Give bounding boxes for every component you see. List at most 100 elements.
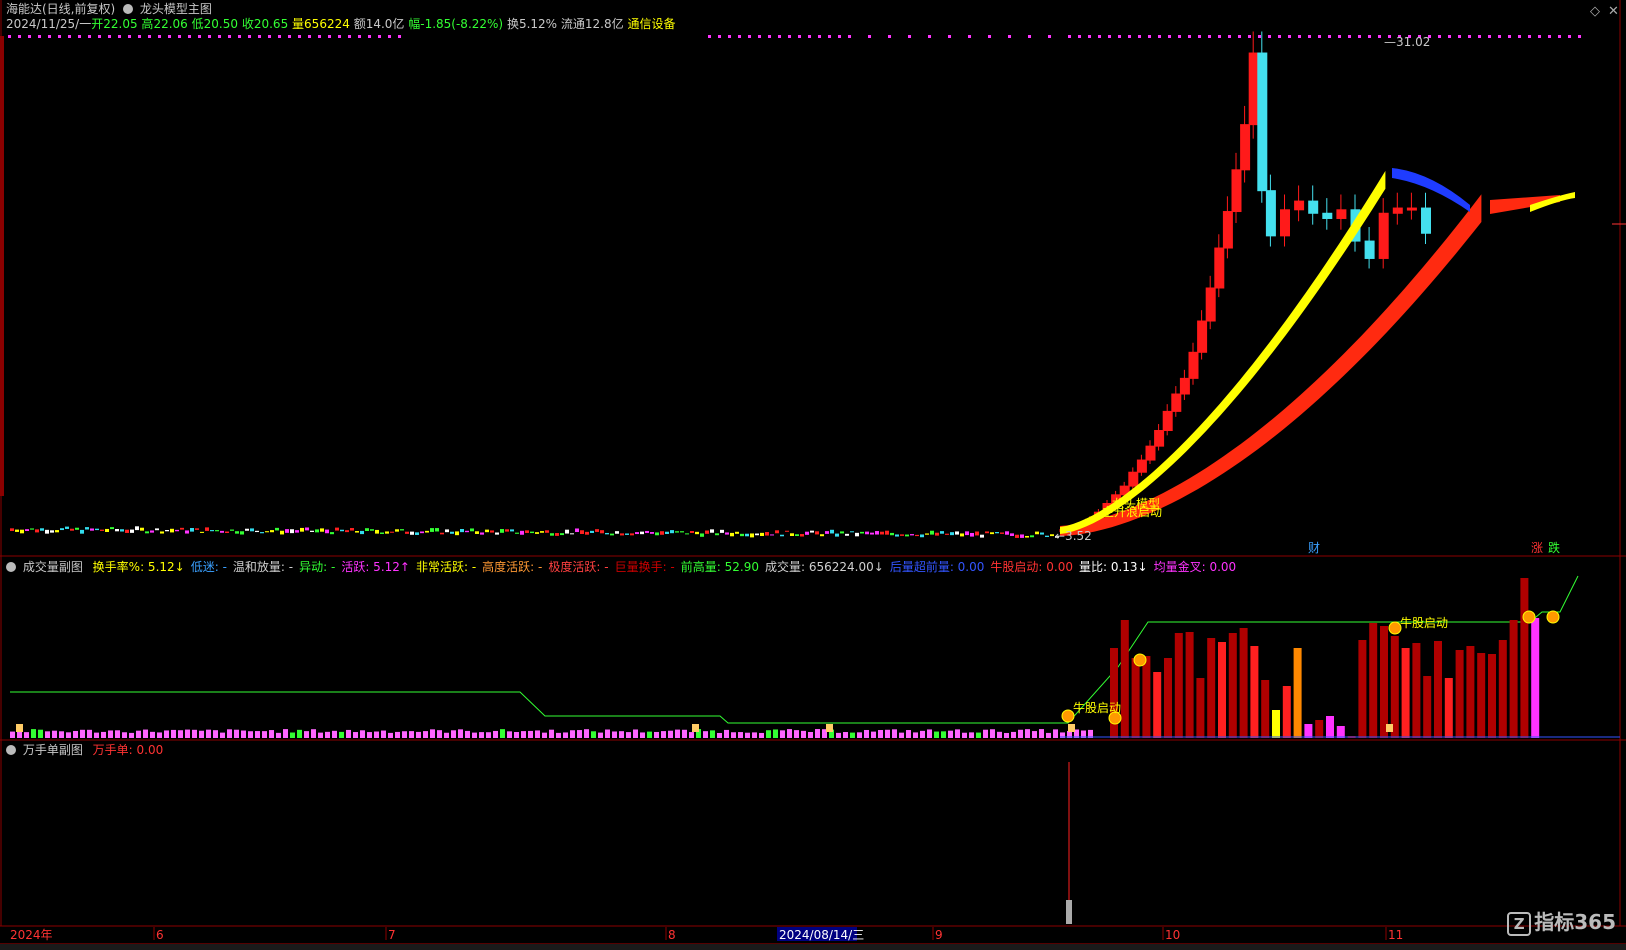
volume-bar-big — [1142, 656, 1151, 738]
flat-candle — [750, 533, 754, 538]
signal-dot — [1278, 35, 1281, 38]
flat-candle — [300, 527, 304, 532]
volume-bar — [122, 732, 127, 738]
volume-bar — [563, 732, 568, 738]
signal-dot — [1108, 35, 1111, 38]
volume-bar — [52, 730, 57, 738]
volume-bar — [752, 732, 757, 738]
signal-dot — [38, 35, 41, 38]
volume-bar — [815, 729, 820, 738]
indicator-name[interactable]: 龙头模型主图 — [140, 2, 212, 16]
flat-candle — [435, 528, 439, 532]
volume-bar-big — [1444, 678, 1453, 738]
wanshou-panel-header: 万手单副图 万手单: 0.00 — [6, 743, 163, 757]
volume-panel-items: 换手率%: 5.12↓ 低迷: - 温和放量: - 异动: - 活跃: 5.12↑ 非常活… — [93, 560, 1243, 574]
flat-candle — [630, 533, 634, 536]
flat-candle — [870, 532, 874, 535]
flat-candle — [710, 529, 714, 533]
flat-candle — [55, 530, 59, 533]
flat-candle — [340, 529, 344, 532]
date-label-m10: 10 — [1165, 928, 1180, 942]
signal-dot — [1478, 35, 1481, 38]
flat-candle — [920, 534, 924, 538]
flat-candle — [180, 527, 184, 530]
flat-candle — [970, 532, 974, 537]
signal-dot — [1028, 35, 1031, 38]
flat-candle — [685, 533, 689, 535]
flat-candle — [840, 531, 844, 534]
candle-body — [1171, 393, 1182, 412]
background — [0, 0, 1626, 949]
volume-bar — [850, 732, 855, 738]
flat-candle — [590, 530, 594, 533]
volume-bar — [857, 732, 862, 738]
volume-bar — [773, 729, 778, 738]
flat-candle — [485, 529, 489, 533]
flat-candle — [415, 532, 419, 535]
volume-indicator-10: 成交量: 656224.00↓ — [765, 560, 884, 574]
flat-candle — [175, 529, 179, 532]
volume-panel-toggle-icon[interactable] — [6, 562, 16, 572]
signal-dot — [828, 35, 831, 38]
flat-candle — [95, 528, 99, 531]
volume-bar-big — [1520, 578, 1529, 738]
flat-candle — [100, 529, 104, 531]
candle-body — [1222, 211, 1233, 249]
maximize-icon[interactable]: ◇ — [1590, 4, 1600, 19]
flat-candle — [700, 533, 704, 537]
signal-dot — [838, 35, 841, 38]
flat-candle — [305, 527, 309, 531]
candle-body — [1240, 124, 1251, 171]
candle-body — [1265, 190, 1276, 237]
flat-candle — [540, 531, 544, 533]
indicator-toggle-icon[interactable] — [123, 4, 134, 14]
volume-bar-big — [1110, 648, 1118, 738]
signal-dot — [1198, 35, 1201, 38]
volume-bar — [451, 730, 456, 738]
candle-body — [1197, 320, 1208, 353]
volume-bar — [703, 731, 708, 738]
volume-bar-big — [1423, 676, 1432, 738]
flat-candle — [960, 533, 964, 537]
candle-body — [1392, 207, 1403, 214]
flat-candle — [935, 532, 939, 536]
close-icon[interactable]: ✕ — [1608, 4, 1619, 19]
signal-dot — [128, 35, 131, 38]
volume-bar — [745, 732, 750, 738]
low-value: 20.50 — [203, 17, 238, 31]
signal-dot — [1248, 35, 1251, 38]
date-label-m9: 9 — [935, 928, 943, 942]
signal-dot — [398, 35, 401, 38]
signal-dot — [298, 35, 301, 38]
flat-candle — [505, 529, 509, 532]
wanshou-panel-toggle-icon[interactable] — [6, 745, 16, 755]
flat-candle — [670, 530, 674, 534]
signal-dot — [238, 35, 241, 38]
volume-bar — [381, 730, 386, 738]
quote-line: 2024/11/25/一开22.05 高22.06 低20.50 收20.65 … — [6, 17, 675, 31]
flat-candle — [350, 528, 354, 531]
signal-dot — [1168, 35, 1171, 38]
flat-candle — [160, 531, 164, 534]
signal-dot — [188, 35, 191, 38]
volume-bar — [528, 730, 533, 738]
volume-bar — [934, 731, 939, 738]
candle-body — [1162, 410, 1173, 432]
signal-dot — [788, 35, 791, 38]
flat-candle — [115, 528, 119, 532]
volume-panel-title[interactable]: 成交量副图 — [23, 560, 83, 574]
volume-bar — [717, 732, 722, 738]
flat-candle — [520, 530, 524, 535]
candle-body — [1145, 445, 1156, 461]
bull-start-marker — [1546, 610, 1560, 624]
sector-value[interactable]: 通信设备 — [627, 17, 675, 31]
flat-candle — [955, 531, 959, 535]
flat-candle — [235, 531, 239, 534]
wanshou-panel-title[interactable]: 万手单副图 — [23, 743, 83, 757]
signal-dot — [1448, 35, 1451, 38]
tag-zhang: 涨 — [1531, 540, 1543, 555]
flat-candle — [50, 530, 54, 533]
volume-indicator-2: 温和放量: - — [232, 560, 294, 574]
date-year: 2024年 — [10, 928, 53, 942]
flat-candle — [1035, 531, 1039, 535]
